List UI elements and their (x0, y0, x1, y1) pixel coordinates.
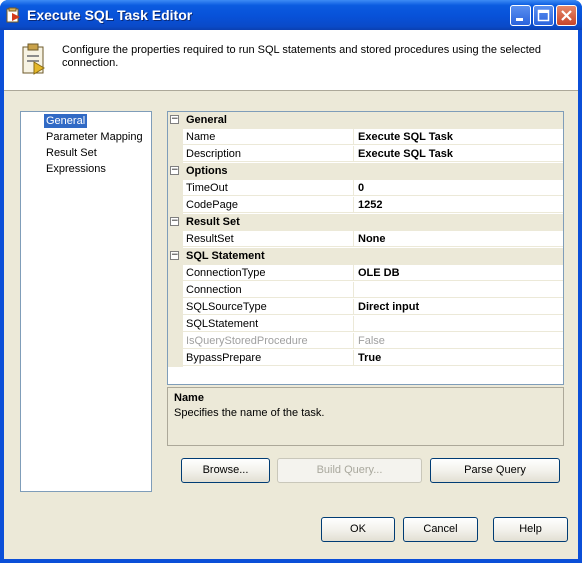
task-configuration-icon (20, 42, 50, 76)
collapse-icon[interactable]: − (170, 251, 179, 260)
page-navigation: General Parameter Mapping Result Set Exp… (20, 111, 152, 492)
maximize-icon (537, 9, 550, 22)
row-margin (168, 146, 183, 163)
cancel-button[interactable]: Cancel (403, 517, 478, 542)
description-title: Name (174, 392, 204, 404)
row-margin (168, 231, 183, 248)
property-value[interactable]: Execute SQL Task (354, 146, 563, 162)
property-name: Name (183, 129, 354, 145)
minimize-button[interactable] (510, 5, 531, 26)
property-name: SQLStatement (183, 316, 354, 332)
category-label: Options (186, 165, 228, 177)
editor-window: Execute SQL Task Editor Configure the pr… (0, 0, 582, 563)
nav-item-result-set[interactable]: Result Set (44, 146, 99, 160)
property-value[interactable] (354, 316, 563, 332)
property-row-timeout[interactable]: TimeOut 0 (168, 180, 563, 197)
property-value[interactable]: Direct input (354, 299, 563, 315)
row-margin (168, 129, 183, 146)
collapse-icon[interactable]: − (170, 166, 179, 175)
property-value: False (354, 333, 563, 349)
build-query-button: Build Query... (277, 458, 422, 483)
property-name: ConnectionType (183, 265, 354, 281)
dialog-client-area: Configure the properties required to run… (4, 30, 578, 559)
property-row-connection[interactable]: Connection (168, 282, 563, 299)
row-margin (168, 350, 183, 367)
property-value[interactable]: 0 (354, 180, 563, 196)
property-value[interactable]: None (354, 231, 563, 247)
parse-query-button[interactable]: Parse Query (430, 458, 560, 483)
nav-item-parameter-mapping[interactable]: Parameter Mapping (44, 130, 145, 144)
row-margin (168, 299, 183, 316)
collapse-icon[interactable]: − (170, 115, 179, 124)
property-value[interactable] (354, 282, 563, 298)
row-margin (168, 265, 183, 282)
browse-button[interactable]: Browse... (181, 458, 270, 483)
row-margin (168, 197, 183, 214)
row-margin (168, 333, 183, 350)
title-bar[interactable]: Execute SQL Task Editor (0, 0, 582, 30)
property-name: BypassPrepare (183, 350, 354, 366)
property-name: SQLSourceType (183, 299, 354, 315)
category-general: − General (168, 112, 563, 129)
property-row-sqlsourcetype[interactable]: SQLSourceType Direct input (168, 299, 563, 316)
property-name: IsQueryStoredProcedure (183, 333, 354, 349)
property-name: TimeOut (183, 180, 354, 196)
execute-sql-task-icon (6, 7, 22, 23)
property-name: CodePage (183, 197, 354, 213)
category-options: − Options (168, 163, 563, 180)
property-row-codepage[interactable]: CodePage 1252 (168, 197, 563, 214)
property-value[interactable]: 1252 (354, 197, 563, 213)
property-value[interactable]: OLE DB (354, 265, 563, 281)
nav-item-general[interactable]: General (44, 114, 88, 128)
property-value[interactable]: Execute SQL Task (354, 129, 563, 145)
property-row-isquerystoredprocedure: IsQueryStoredProcedure False (168, 333, 563, 350)
nav-item-expressions[interactable]: Expressions (44, 162, 108, 176)
property-row-sqlstatement[interactable]: SQLStatement (168, 316, 563, 333)
category-sql-statement: − SQL Statement (168, 248, 563, 265)
minimize-icon (516, 18, 523, 21)
category-label: SQL Statement (186, 250, 265, 262)
banner-description: Configure the properties required to run… (62, 44, 541, 69)
description-text: Specifies the name of the task. (174, 407, 325, 419)
maximize-button[interactable] (533, 5, 554, 26)
property-row-connectiontype[interactable]: ConnectionType OLE DB (168, 265, 563, 282)
property-grid: − General Name Execute SQL Task Descript… (167, 111, 564, 385)
close-icon (561, 10, 572, 21)
collapse-icon[interactable]: − (170, 217, 179, 226)
property-row-description[interactable]: Description Execute SQL Task (168, 146, 563, 163)
header-banner: Configure the properties required to run… (4, 30, 578, 91)
property-name: ResultSet (183, 231, 354, 247)
window-title: Execute SQL Task Editor (27, 7, 193, 23)
close-button[interactable] (556, 5, 577, 26)
help-button[interactable]: Help (493, 517, 568, 542)
row-margin (168, 180, 183, 197)
ok-button[interactable]: OK (321, 517, 395, 542)
property-name: Description (183, 146, 354, 162)
row-margin (168, 282, 183, 299)
property-row-bypassprepare[interactable]: BypassPrepare True (168, 350, 563, 367)
property-row-name[interactable]: Name Execute SQL Task (168, 129, 563, 146)
category-label: Result Set (186, 216, 240, 228)
property-value[interactable]: True (354, 350, 563, 366)
category-result-set: − Result Set (168, 214, 563, 231)
row-margin (168, 316, 183, 333)
category-label: General (186, 114, 227, 126)
property-name: Connection (183, 282, 354, 298)
property-description-panel: Name Specifies the name of the task. (167, 387, 564, 446)
property-row-resultset[interactable]: ResultSet None (168, 231, 563, 248)
